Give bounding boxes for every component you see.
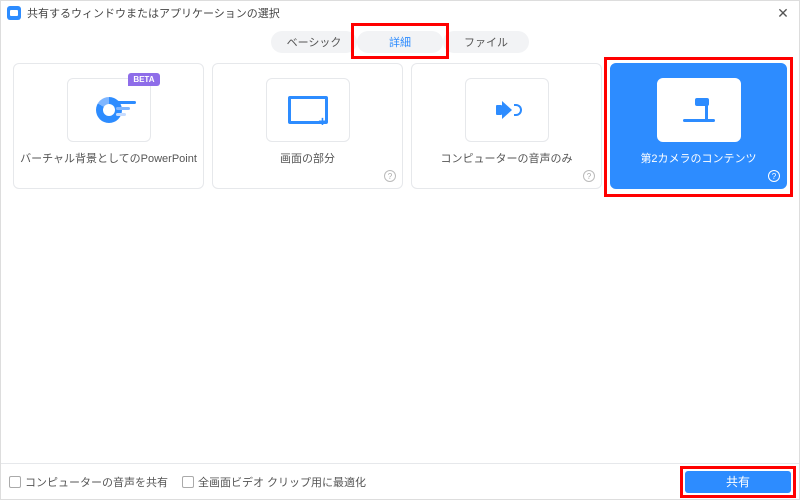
card-powerpoint-vb[interactable]: BETA バーチャル背景としてのPowerPoint <box>13 63 204 189</box>
card-computer-audio[interactable]: コンピューターの音声のみ ? <box>411 63 602 189</box>
window-title: 共有するウィンドウまたはアプリケーションの選択 <box>27 5 280 21</box>
speaker-icon <box>465 78 549 142</box>
footer-bar: コンピューターの音声を共有 全画面ビデオ クリップ用に最適化 共有 <box>1 463 799 499</box>
tab-file[interactable]: ファイル <box>443 31 529 53</box>
tab-advanced[interactable]: 詳細 <box>357 31 443 53</box>
card-label: 画面の部分 <box>280 152 335 166</box>
info-icon[interactable]: ? <box>768 170 780 182</box>
checkbox-label: コンピューターの音声を共有 <box>25 474 168 490</box>
info-icon[interactable]: ? <box>384 170 396 182</box>
card-second-camera[interactable]: 第2カメラのコンテンツ ? <box>610 63 787 189</box>
screen-portion-icon <box>266 78 350 142</box>
card-screen-portion[interactable]: 画面の部分 ? <box>212 63 403 189</box>
powerpoint-icon: BETA <box>67 78 151 142</box>
document-camera-icon <box>657 78 741 142</box>
info-icon[interactable]: ? <box>583 170 595 182</box>
titlebar: 共有するウィンドウまたはアプリケーションの選択 ✕ <box>1 1 799 25</box>
beta-badge: BETA <box>128 73 159 86</box>
card-label: バーチャル背景としてのPowerPoint <box>20 152 197 166</box>
tab-bar: ベーシック 詳細 ファイル <box>1 25 799 63</box>
content-spacer <box>1 189 799 463</box>
card-label: コンピューターの音声のみ <box>441 152 573 166</box>
checkbox-optimize-video[interactable]: 全画面ビデオ クリップ用に最適化 <box>182 474 366 490</box>
checkbox-icon <box>9 476 21 488</box>
checkbox-label: 全画面ビデオ クリップ用に最適化 <box>198 474 366 490</box>
zoom-app-icon <box>7 6 21 20</box>
close-icon[interactable]: ✕ <box>773 3 793 23</box>
card-row: BETA バーチャル背景としてのPowerPoint 画面の部分 ? コンピュー… <box>1 63 799 189</box>
share-button[interactable]: 共有 <box>685 471 791 493</box>
checkbox-share-computer-audio[interactable]: コンピューターの音声を共有 <box>9 474 168 490</box>
checkbox-icon <box>182 476 194 488</box>
share-dialog: 共有するウィンドウまたはアプリケーションの選択 ✕ ベーシック 詳細 ファイル … <box>0 0 800 500</box>
card-label: 第2カメラのコンテンツ <box>640 152 756 166</box>
tab-basic[interactable]: ベーシック <box>271 31 357 53</box>
